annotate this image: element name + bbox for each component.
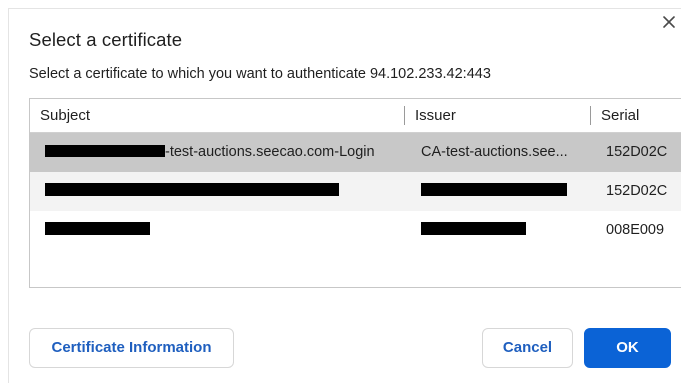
issuer-cell: CA-test-auctions.see... (421, 144, 568, 160)
redaction-bar (45, 183, 339, 197)
subject-text: -test-auctions.seecao.com-Login (165, 144, 375, 160)
table-row[interactable]: 008E009 (30, 211, 681, 250)
redaction-bar (45, 222, 150, 236)
column-divider[interactable] (404, 106, 405, 125)
subject-cell (45, 211, 407, 250)
column-header-issuer[interactable]: Issuer (415, 99, 456, 132)
ok-button[interactable]: OK (584, 328, 671, 368)
issuer-cell (421, 211, 599, 250)
column-divider[interactable] (590, 106, 591, 125)
certificate-dialog: Select a certificate Select a certificat… (0, 0, 681, 383)
dialog-left-edge (0, 8, 9, 383)
cancel-button[interactable]: Cancel (482, 328, 573, 368)
dialog-title: Select a certificate (29, 29, 183, 50)
column-header-serial[interactable]: Serial (601, 99, 639, 132)
redaction-bar (421, 183, 567, 197)
redaction-bar (421, 222, 526, 236)
dialog-top-edge (0, 0, 681, 9)
serial-cell: 152D02C (606, 183, 668, 199)
column-header-subject[interactable]: Subject (40, 99, 90, 132)
issuer-cell (421, 172, 599, 211)
table-header: Subject Issuer Serial (30, 99, 681, 133)
certificate-table[interactable]: Subject Issuer Serial -test-auctions.see… (29, 98, 681, 288)
dialog-subtitle: Select a certificate to which you want t… (29, 66, 491, 82)
subject-cell (45, 172, 407, 211)
table-row[interactable]: 152D02C (30, 172, 681, 211)
serial-cell: 008E009 (606, 222, 665, 238)
serial-cell: 152D02C (606, 144, 668, 160)
certificate-information-button[interactable]: Certificate Information (29, 328, 234, 368)
close-icon[interactable] (661, 14, 677, 30)
table-row-selected[interactable]: -test-auctions.seecao.com-Login CA-test-… (30, 133, 681, 172)
subject-cell: -test-auctions.seecao.com-Login (45, 133, 407, 172)
redaction-bar (45, 144, 165, 157)
